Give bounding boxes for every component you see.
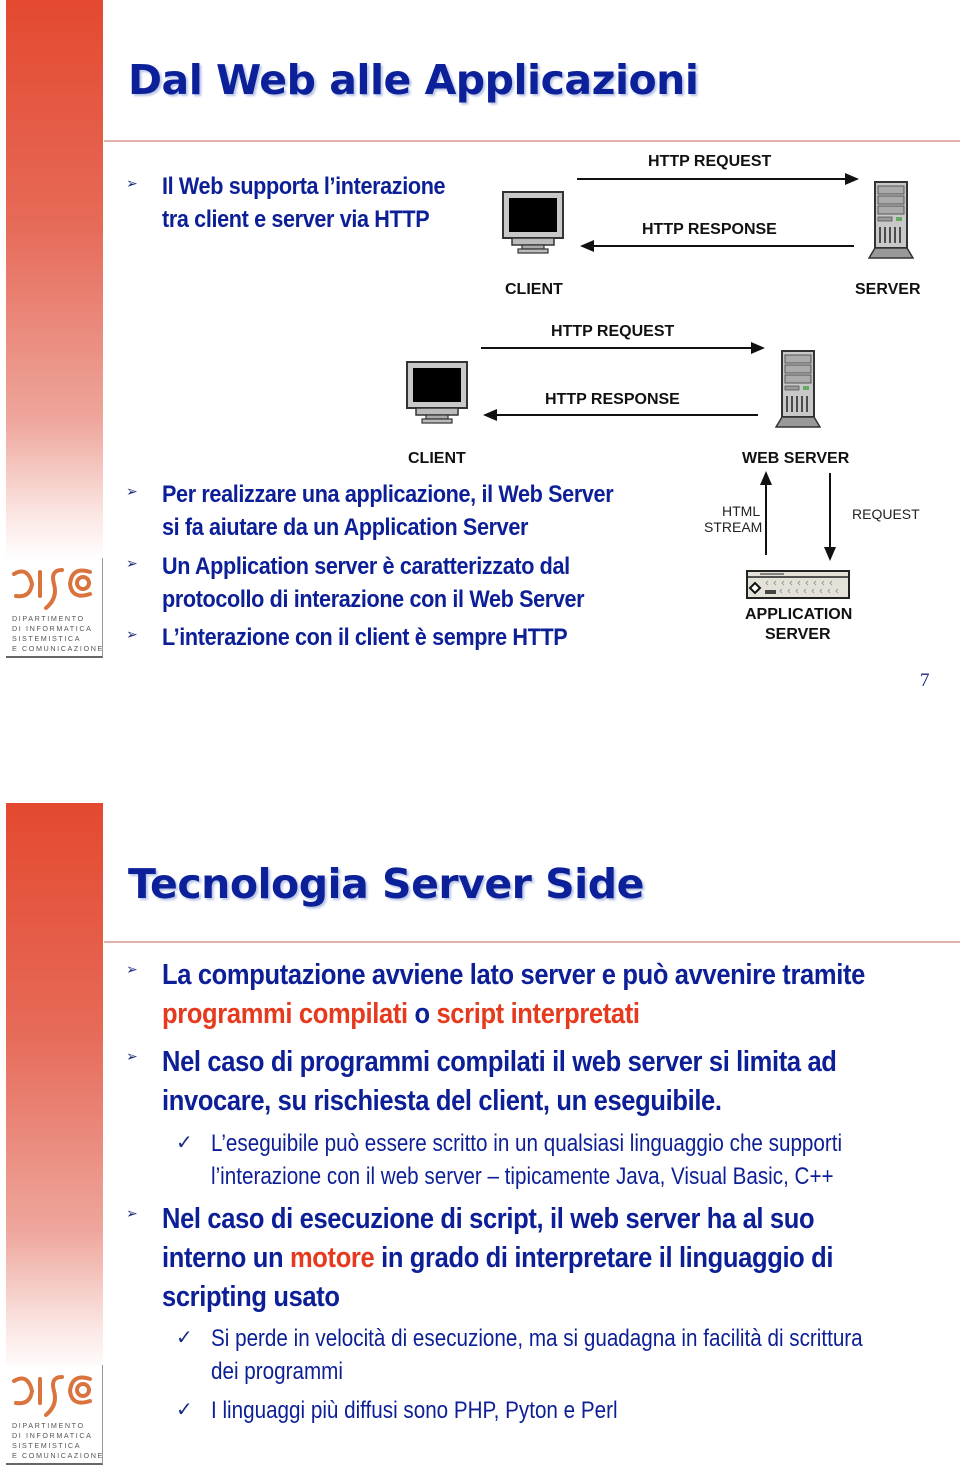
- request-arrow: [577, 173, 859, 185]
- logo-text: DIPARTIMENTO DI INFORMATICA SISTEMISTICA…: [12, 1421, 104, 1460]
- logo-text: DIPARTIMENTO DI INFORMATICA SISTEMISTICA…: [12, 614, 104, 653]
- bullet-item: ➢ Un Application server è caratterizzato…: [126, 550, 631, 616]
- sub-bullet-text: l’interazione con il web server – tipica…: [211, 1163, 834, 1190]
- request-down-arrow: [824, 473, 836, 561]
- bullet-text: tra client e server via HTTP: [162, 206, 430, 233]
- arrow-bullet-icon: ➢: [126, 556, 138, 572]
- disco-logo: DIPARTIMENTO DI INFORMATICA SISTEMISTICA…: [6, 558, 103, 658]
- bullet-text: Nel caso di programmi compilati il web s…: [162, 1046, 837, 1078]
- bullet-item: ➢ Nel caso di programmi compilati il web…: [126, 1043, 929, 1121]
- disco-logo-mark-icon: [12, 1375, 92, 1417]
- arrow-bullet-icon: ➢: [126, 1206, 138, 1222]
- page-number: 7: [920, 670, 930, 691]
- http-response-label: HTTP RESPONSE: [642, 221, 777, 238]
- checkmark-icon: ✓: [176, 1130, 193, 1154]
- arrow-bullet-icon: ➢: [126, 962, 138, 978]
- html-label: HTML: [722, 503, 761, 519]
- slide-dal-web-alle-applicazioni: Dal Web alle Applicazioni ➢ Il Web suppo…: [0, 0, 960, 700]
- decorative-sidebar: [6, 0, 103, 560]
- decorative-sidebar: [6, 803, 103, 1373]
- highlight-text: programmi compilati: [162, 998, 408, 1030]
- request-label: REQUEST: [852, 506, 920, 522]
- slide-tecnologia-server-side: Tecnologia Server Side ➢ La computazione…: [0, 800, 960, 1483]
- sub-bullet-item: ✓ L’eseguibile può essere scritto in un …: [176, 1127, 945, 1193]
- server-tower-icon: [775, 350, 821, 428]
- application-label: APPLICATION: [745, 606, 853, 623]
- http-request-label: HTTP REQUEST: [648, 153, 772, 170]
- bullet-item: ➢ La computazione avviene lato server e …: [126, 956, 960, 1034]
- disco-logo-mark-icon: [12, 568, 92, 610]
- sub-bullet-text: L’eseguibile può essere scritto in un qu…: [211, 1130, 843, 1157]
- sub-bullet-text: I linguaggi più diffusi sono PHP, Pyton …: [211, 1397, 618, 1424]
- bullet-text: La computazione avviene lato server e pu…: [162, 959, 865, 991]
- bullet-text: Per realizzare una applicazione, il Web …: [162, 481, 614, 508]
- http-response-label: HTTP RESPONSE: [545, 391, 680, 408]
- stream-label: STREAM: [704, 519, 763, 535]
- bullet-text: protocollo di interazione con il Web Ser…: [162, 586, 585, 613]
- bullet-item: ➢ Nel caso di esecuzione di script, il w…: [126, 1200, 925, 1317]
- monitor-icon: [406, 361, 468, 424]
- arrow-bullet-icon: ➢: [126, 627, 138, 643]
- bullet-text: programmi compilati o script interpretat…: [162, 998, 640, 1030]
- html-stream-arrow: [760, 471, 772, 555]
- web-server-label: WEB SERVER: [742, 450, 850, 467]
- highlight-text: motore: [289, 1242, 375, 1274]
- sub-bullet-item: ✓ Si perde in velocità di esecuzione, ma…: [176, 1322, 960, 1388]
- sub-bullet-text: dei programmi: [211, 1358, 343, 1385]
- arrow-bullet-icon: ➢: [126, 1049, 138, 1065]
- bullet-item: ➢ Il Web supporta l’interazione tra clie…: [126, 170, 477, 236]
- client-label: CLIENT: [505, 281, 563, 298]
- client-label: CLIENT: [408, 450, 466, 467]
- rack-server-icon: [746, 570, 850, 599]
- response-arrow: [580, 240, 854, 252]
- checkmark-icon: ✓: [176, 1397, 193, 1421]
- bullet-text: Nel caso di esecuzione di script, il web…: [162, 1203, 815, 1235]
- slide-title: Tecnologia Server Side: [128, 860, 644, 908]
- http-request-label: HTTP REQUEST: [551, 323, 675, 340]
- server-tower-icon: [868, 181, 914, 259]
- arrow-bullet-icon: ➢: [126, 484, 138, 500]
- arrow-bullet-icon: ➢: [126, 176, 138, 192]
- response-arrow: [483, 409, 758, 421]
- bullet-text: interno un motore in grado di interpreta…: [162, 1242, 834, 1274]
- bullet-item: ➢ Per realizzare una applicazione, il We…: [126, 478, 663, 544]
- monitor-icon: [502, 191, 564, 254]
- disco-logo: DIPARTIMENTO DI INFORMATICA SISTEMISTICA…: [6, 1365, 103, 1465]
- title-divider: [104, 140, 960, 142]
- bullet-text: si fa aiutare da un Application Server: [162, 514, 529, 541]
- bullet-text: L’interazione con il client è sempre HTT…: [162, 624, 568, 651]
- bullet-text: Il Web supporta l’interazione: [162, 173, 446, 200]
- checkmark-icon: ✓: [176, 1325, 193, 1349]
- title-divider: [104, 941, 960, 943]
- sub-bullet-text: Si perde in velocità di esecuzione, ma s…: [211, 1325, 863, 1352]
- slide-title: Dal Web alle Applicazioni: [128, 56, 699, 104]
- bullet-text: Un Application server è caratterizzato d…: [162, 553, 570, 580]
- sub-bullet-item: ✓ I linguaggi più diffusi sono PHP, Pyto…: [176, 1394, 684, 1427]
- bullet-text: invocare, su rischiesta del client, un e…: [162, 1085, 722, 1117]
- bullet-text: scripting usato: [162, 1281, 340, 1313]
- highlight-text: script interpretati: [436, 998, 640, 1030]
- request-arrow: [481, 342, 765, 354]
- bullet-item: ➢ L’interazione con il client è sempre H…: [126, 621, 612, 654]
- server-label: SERVER: [855, 281, 921, 298]
- app-server-label: SERVER: [765, 626, 831, 643]
